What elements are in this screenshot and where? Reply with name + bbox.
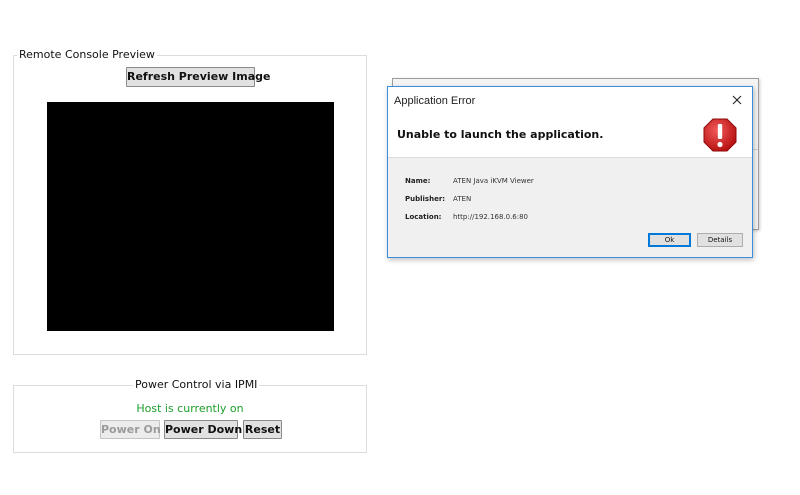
- power-on-button[interactable]: Power On: [100, 420, 161, 439]
- refresh-preview-image-button[interactable]: Refresh Preview Image: [126, 67, 270, 87]
- remote-console-preview-panel: Remote Console Preview Refresh Preview I…: [13, 48, 367, 355]
- location-label: Location:: [405, 213, 442, 221]
- remote-console-preview-legend: Remote Console Preview: [17, 48, 157, 62]
- name-label: Name:: [405, 177, 431, 185]
- error-stop-icon: [702, 117, 738, 153]
- location-value: http://192.168.0.6:80: [453, 213, 529, 221]
- dialog-title: Application Error: [394, 95, 476, 107]
- dialog-heading: Unable to launch the application.: [397, 128, 604, 141]
- power-control-panel: Power Control via IPMI Host is currently…: [13, 378, 367, 453]
- dialog-details-area: Name: ATEN Java iKVM Viewer Publisher: A…: [388, 157, 752, 257]
- application-error-dialog: Application Error Unable to launch the a…: [387, 86, 753, 258]
- power-control-legend: Power Control via IPMI: [133, 378, 260, 392]
- power-down-button[interactable]: Power Down: [164, 420, 242, 439]
- console-preview-image: [47, 102, 334, 331]
- reset-button[interactable]: Reset: [243, 420, 282, 439]
- name-value: ATEN Java iKVM Viewer: [453, 177, 534, 185]
- host-status-text: Host is currently on: [136, 402, 244, 415]
- publisher-value: ATEN: [453, 195, 472, 203]
- publisher-label: Publisher:: [405, 195, 446, 203]
- ok-button[interactable]: Ok: [648, 233, 691, 247]
- close-icon[interactable]: [728, 91, 746, 109]
- details-button[interactable]: Details: [697, 233, 743, 247]
